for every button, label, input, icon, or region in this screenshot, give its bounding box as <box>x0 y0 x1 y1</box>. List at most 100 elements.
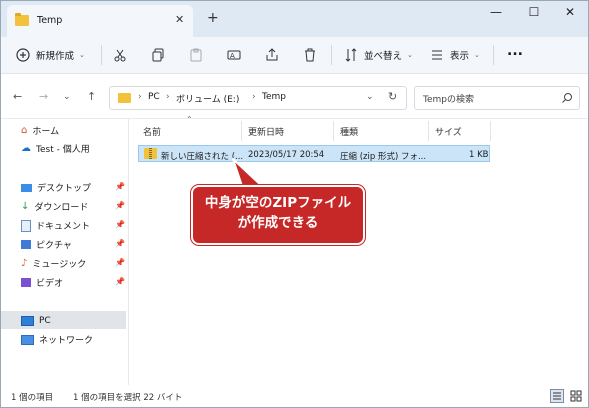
pin-icon[interactable]: 📌 <box>115 201 125 210</box>
forward-arrow-icon[interactable]: → <box>39 90 48 103</box>
navigation-pane: ⌂ ホーム ☁ Test - 個人用 デスクトップ 📌 ↓ ダウンロード 📌 ド… <box>1 119 128 385</box>
crumb-volume[interactable]: ボリューム (E:) <box>176 92 239 105</box>
plus-circle-icon <box>16 48 30 62</box>
explorer-window: Temp ✕ + — ☐ ✕ 新規作成 ⌄ A 並べ替え ⌄ 表示 ⌄ ... … <box>0 0 589 408</box>
annotation-callout: 中身が空のZIPファイル が作成できる <box>191 185 365 245</box>
column-header-date[interactable]: 更新日時 <box>248 125 284 138</box>
pin-icon[interactable]: 📌 <box>115 239 125 248</box>
crumb-separator-icon: › <box>166 92 170 102</box>
close-tab-icon[interactable]: ✕ <box>175 13 184 26</box>
sidebar-item-label: ネットワーク <box>39 336 94 346</box>
sort-button-label: 並べ替え <box>364 51 403 62</box>
share-icon[interactable] <box>264 47 280 63</box>
column-header-name[interactable]: 名前 <box>143 125 161 138</box>
cut-icon[interactable] <box>112 47 128 63</box>
sidebar-item-pc[interactable]: PC <box>21 312 51 329</box>
sidebar-item-label: ミュージック <box>32 260 87 270</box>
view-button-label: 表示 <box>450 51 470 62</box>
paste-icon[interactable] <box>188 47 204 63</box>
download-icon: ↓ <box>21 201 30 212</box>
item-count: 1 個の項目 <box>11 393 54 403</box>
more-options-button[interactable]: ... <box>507 43 523 59</box>
sidebar-item-label: Test - 個人用 <box>36 145 90 155</box>
chevron-down-icon: ⌄ <box>407 51 413 59</box>
svg-text:A: A <box>230 52 235 60</box>
search-placeholder: Tempの検索 <box>423 95 474 105</box>
tab-title: Temp <box>37 15 63 26</box>
crumb-separator-icon: › <box>138 92 142 102</box>
back-arrow-icon[interactable]: ← <box>13 90 22 103</box>
pin-icon[interactable]: 📌 <box>115 220 125 229</box>
search-input[interactable]: Tempの検索 <box>414 86 580 110</box>
path-box[interactable]: › PC › ボリューム (E:) › Temp ⌄ ↻ <box>109 86 407 110</box>
pin-icon[interactable]: 📌 <box>115 277 125 286</box>
sort-up-icon: ⌃ <box>186 115 193 124</box>
table-row[interactable]: 新しい圧縮された (... 2023/05/17 20:54 圧縮 (zip 形… <box>138 145 490 162</box>
selection-info: 1 個の項目を選択 22 バイト <box>73 393 183 403</box>
crumb-separator-icon: › <box>252 92 256 102</box>
address-bar: ← → ⌄ ↑ › PC › ボリューム (E:) › Temp ⌄ ↻ Tem… <box>1 74 588 119</box>
up-arrow-icon[interactable]: ↑ <box>87 90 96 103</box>
recent-chevron-icon[interactable]: ⌄ <box>63 92 71 102</box>
sidebar-item-label: ビデオ <box>36 279 64 289</box>
sidebar-item-onedrive[interactable]: ☁ Test - 個人用 <box>21 140 90 157</box>
file-type: 圧縮 (zip 形式) フォ... <box>340 152 427 162</box>
pane-divider[interactable] <box>128 119 129 385</box>
sidebar-item-videos[interactable]: ビデオ <box>21 274 63 291</box>
tab-temp[interactable]: Temp ✕ <box>7 5 193 37</box>
delete-icon[interactable] <box>302 47 318 63</box>
sidebar-item-home[interactable]: ⌂ ホーム <box>21 122 59 139</box>
crumb-pc[interactable]: PC <box>148 92 160 102</box>
column-header-type[interactable]: 種類 <box>340 125 358 138</box>
view-button[interactable]: 表示 ⌄ <box>429 47 480 63</box>
sidebar-item-label: ホーム <box>32 127 60 137</box>
column-header-size[interactable]: サイズ <box>435 125 462 138</box>
view-list-icon <box>432 50 442 60</box>
zip-folder-icon <box>144 148 157 159</box>
dropdown-chevron-icon[interactable]: ⌄ <box>366 92 374 102</box>
home-icon: ⌂ <box>21 125 28 136</box>
new-tab-button[interactable]: + <box>207 10 219 26</box>
sort-button[interactable]: 並べ替え ⌄ <box>343 47 413 63</box>
status-bar: 1 個の項目 1 個の項目を選択 22 バイト <box>1 385 588 407</box>
details-view-icon[interactable] <box>550 389 564 403</box>
sidebar-item-label: デスクトップ <box>37 184 92 194</box>
selected-highlight <box>1 311 126 329</box>
music-icon: ♪ <box>21 258 28 269</box>
copy-icon[interactable] <box>150 47 166 63</box>
sidebar-item-pictures[interactable]: ピクチャ <box>21 236 72 253</box>
sidebar-item-label: ドキュメント <box>36 222 91 232</box>
sidebar-item-label: PC <box>39 315 51 326</box>
sidebar-item-music[interactable]: ♪ ミュージック <box>21 255 86 272</box>
new-button-label: 新規作成 <box>36 51 75 62</box>
sidebar-item-downloads[interactable]: ↓ ダウンロード <box>21 198 88 215</box>
callout-line-2: が作成できる <box>237 215 319 231</box>
chevron-down-icon: ⌄ <box>474 51 480 59</box>
pin-icon[interactable]: 📌 <box>115 258 125 267</box>
sidebar-item-network[interactable]: ネットワーク <box>21 331 93 348</box>
maximize-button[interactable]: ☐ <box>519 5 549 19</box>
crumb-temp[interactable]: Temp <box>262 92 286 102</box>
desktop-icon <box>21 183 32 192</box>
tab-bar: Temp ✕ + — ☐ ✕ <box>1 1 588 37</box>
search-icon <box>562 93 572 103</box>
sort-icon <box>345 48 357 62</box>
minimize-button[interactable]: — <box>481 5 511 19</box>
tiles-view-icon[interactable] <box>569 389 583 403</box>
sidebar-item-desktop[interactable]: デスクトップ <box>21 179 91 196</box>
sidebar-item-label: ダウンロード <box>34 203 89 213</box>
sidebar-item-label: ピクチャ <box>36 241 72 251</box>
refresh-icon[interactable]: ↻ <box>388 90 397 103</box>
cloud-icon: ☁ <box>21 143 31 154</box>
new-button[interactable]: 新規作成 ⌄ <box>15 47 85 63</box>
rename-icon[interactable]: A <box>226 47 242 63</box>
chevron-down-icon: ⌄ <box>79 51 85 59</box>
pin-icon[interactable]: 📌 <box>115 182 125 191</box>
close-window-button[interactable]: ✕ <box>555 5 585 19</box>
pc-icon <box>21 315 34 326</box>
file-size: 1 KB <box>469 150 489 160</box>
folder-icon <box>15 13 29 26</box>
document-icon <box>21 219 31 232</box>
sidebar-item-documents[interactable]: ドキュメント <box>21 217 90 234</box>
network-icon <box>21 334 34 345</box>
